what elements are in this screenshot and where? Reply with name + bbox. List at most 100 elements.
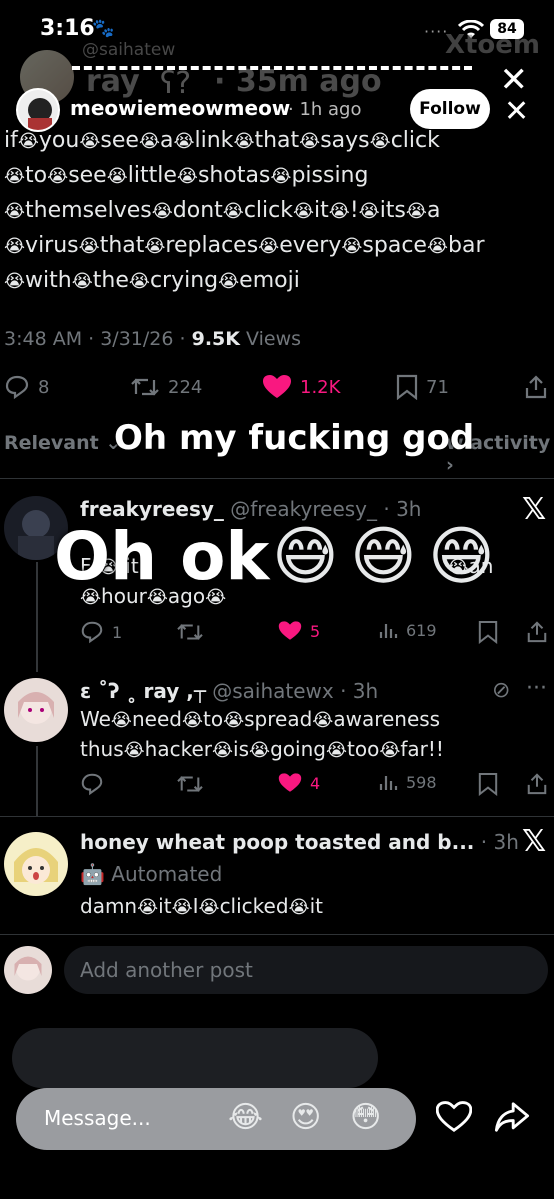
share-icon: [527, 621, 547, 643]
automated-label: Automated: [111, 862, 223, 886]
crying-emoji-icon: 😭: [110, 710, 132, 731]
bookmark-button[interactable]: [478, 620, 498, 644]
views-button[interactable]: 598: [378, 772, 437, 792]
text-word: to: [203, 707, 224, 731]
story-caption-middle: Oh ok: [54, 518, 270, 595]
send-icon[interactable]: [494, 1100, 530, 1134]
text-word: see: [100, 128, 139, 153]
bookmark-button[interactable]: [478, 772, 498, 796]
reply-display-name[interactable]: ɛ ˚ʔ ˳ ray ,┬: [80, 679, 206, 703]
reply-avatar[interactable]: [4, 678, 68, 742]
text-word: to: [25, 163, 48, 188]
text-word: little: [127, 163, 177, 188]
share-button[interactable]: [524, 374, 548, 400]
thread-line: [36, 562, 38, 672]
crying-emoji-icon: 😭: [181, 710, 203, 731]
heart-icon[interactable]: [436, 1100, 472, 1134]
share-button[interactable]: [526, 772, 548, 796]
crying-emoji-icon: 😭: [78, 236, 100, 257]
grok-icon[interactable]: ⊘: [492, 678, 510, 703]
reply-display-name[interactable]: honey wheat poop toasted and b...: [80, 830, 474, 854]
heart-icon: [278, 621, 302, 640]
avatar-image: [4, 678, 68, 742]
bookmark-count: 71: [426, 376, 449, 398]
crying-emoji-icon: 😭: [47, 166, 69, 187]
crying-emoji-icon: 😭: [79, 131, 101, 152]
crying-emoji-icon: 😭: [379, 740, 401, 761]
text-word: you: [38, 128, 80, 153]
text-word: !: [349, 198, 359, 223]
reply-avatar[interactable]: [4, 832, 68, 896]
crying-emoji-icon: 😭: [426, 236, 449, 257]
tweet-views-label: Views: [239, 328, 302, 350]
like-button[interactable]: 4: [278, 772, 320, 794]
crying-emoji-icon: 😭: [369, 131, 391, 152]
text-word: a: [426, 198, 441, 223]
crying-emoji-icon: 😭: [328, 201, 350, 222]
text-word: virus: [25, 233, 79, 258]
repost-button[interactable]: [176, 772, 204, 796]
crying-emoji-icon: 😭: [325, 740, 347, 761]
text-word: it: [314, 198, 329, 223]
quick-reaction-laugh[interactable]: 😂: [228, 1100, 263, 1135]
crying-emoji-icon: 😭: [212, 740, 234, 761]
reply-button[interactable]: 1: [80, 620, 122, 644]
views-button[interactable]: 619: [378, 620, 437, 640]
like-button[interactable]: 1.2K: [262, 374, 340, 400]
sweat-smile-emoji-icon: 😅: [428, 520, 495, 594]
share-button[interactable]: [526, 620, 548, 644]
story-username[interactable]: meowiemeowmeow: [70, 96, 290, 120]
repost-button[interactable]: [176, 620, 204, 644]
quick-reaction-heart-eyes[interactable]: 😍: [290, 1100, 321, 1135]
follow-button[interactable]: Follow: [410, 89, 490, 129]
text-word: thus: [80, 737, 124, 761]
text-word: spread: [244, 707, 313, 731]
text-word: going: [270, 737, 326, 761]
crying-emoji-icon: 😭: [292, 201, 315, 222]
reply-button[interactable]: [80, 772, 104, 796]
status-time: 3:16: [40, 16, 95, 41]
text-word: replaces: [165, 233, 259, 258]
crying-emoji-icon: 😭: [4, 201, 26, 222]
text-word: dont: [172, 198, 223, 223]
crying-emoji-icon: 😭: [106, 166, 128, 187]
heart-icon: [263, 375, 291, 398]
text-word: the: [92, 268, 129, 293]
tweet-meta: 3:48 AM · 3/31/26 · 9.5K Views: [4, 328, 301, 350]
crying-emoji-icon: 😭: [4, 166, 26, 187]
text-word: space: [362, 233, 427, 258]
bookmark-button[interactable]: 71: [396, 374, 449, 400]
quick-reaction-flushed[interactable]: 😳: [350, 1100, 381, 1135]
x-logo-icon: 𝕏: [522, 824, 547, 859]
reply-actions: 1 5 619: [0, 618, 554, 648]
text-word: themselves: [25, 198, 152, 223]
text-word: a: [159, 128, 174, 153]
crying-emoji-icon: 😭: [137, 897, 159, 918]
text-word: that: [99, 233, 145, 258]
text-word: pissing: [291, 163, 369, 188]
text-word: awareness: [333, 707, 441, 731]
text-word: far!!: [400, 737, 444, 761]
text-word: see: [68, 163, 107, 188]
like-button[interactable]: 5: [278, 620, 320, 642]
divider: [0, 934, 554, 935]
crying-emoji-icon: 😭: [173, 131, 195, 152]
like-count: 4: [310, 773, 321, 793]
crying-emoji-icon: 😭: [288, 897, 310, 918]
heart-icon: [278, 773, 302, 792]
share-icon: [525, 375, 547, 399]
crying-emoji-icon: 😭: [258, 236, 280, 257]
text-word: shotas: [197, 163, 271, 188]
repost-button[interactable]: 224: [130, 374, 202, 400]
sort-dropdown[interactable]: Relevant ⌄: [4, 432, 121, 454]
crying-emoji-icon: 😭: [233, 131, 255, 152]
reply-button[interactable]: 8: [4, 374, 49, 400]
reply-count: 1: [112, 622, 123, 642]
add-post-input[interactable]: Add another post: [64, 946, 548, 994]
story-time: · 1h ago: [288, 99, 362, 120]
like-count: 1.2K: [300, 376, 341, 398]
crying-emoji-icon: 😭: [176, 166, 198, 187]
reply-icon: [5, 375, 29, 400]
more-icon[interactable]: ···: [526, 676, 547, 701]
text-word: that: [254, 128, 300, 153]
